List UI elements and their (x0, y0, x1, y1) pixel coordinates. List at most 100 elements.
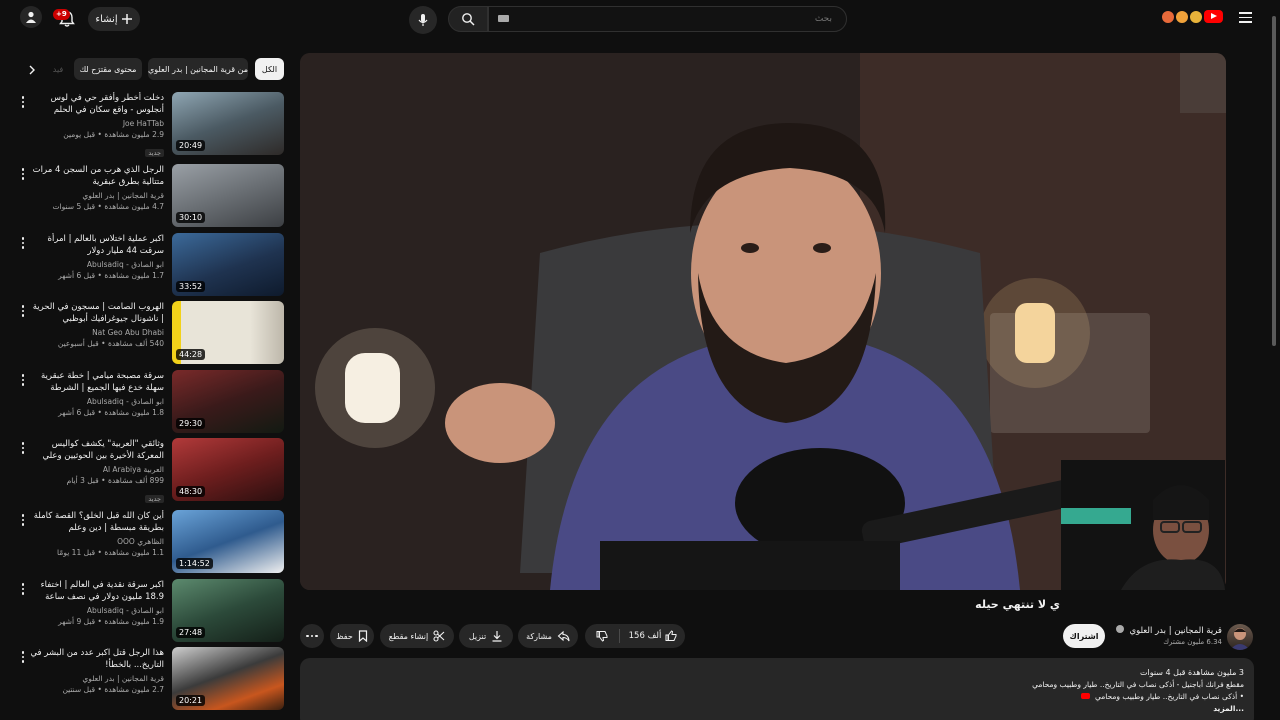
recommendation-item[interactable]: 30:10 الرجل الذي هرب من السجن 4 مرات متت… (12, 164, 286, 228)
video-thumbnail[interactable]: 30:10 (172, 164, 284, 227)
recommendation-meta: وثائقي "العربية" يكشف كواليس المعركة الأ… (28, 438, 164, 505)
like-button[interactable]: 156 ألف (621, 624, 685, 648)
filter-chips: فيد محتوى مقترَح لك من قرية المجانين | ب… (22, 58, 286, 80)
more-options-icon[interactable] (20, 514, 26, 528)
share-label: مشاركة (526, 631, 552, 641)
youtube-watch-page: +9 إنشاء بحث فيد محتوى مقترَح لك من قرية… (0, 0, 1280, 720)
more-options-icon[interactable] (20, 168, 26, 182)
video-actions: حفظ إنشاء مقطع تنزيل مشاركة 156 ألف اشتر… (0, 624, 1280, 650)
keyboard-icon[interactable] (498, 15, 509, 22)
more-options-icon[interactable] (20, 374, 26, 388)
share-button[interactable]: مشاركة (518, 624, 578, 648)
new-badge: جديد (145, 149, 164, 157)
thumbs-up-icon (665, 630, 677, 641)
recommendation-meta: الهروب الصامت | مسجون في الحرية | ناشونا… (28, 301, 164, 349)
channel-name[interactable]: قرية المجانين | بدر العلوي (1112, 625, 1222, 636)
recommendation-meta: دخلت أخطر وأفقر حي في لوس أنجلوس - واقع … (28, 92, 164, 159)
recommendation-title: الرجل الذي هرب من السجن 4 مرات متتالية ب… (32, 165, 164, 187)
clip-label: إنشاء مقطع (388, 631, 429, 641)
more-options-icon[interactable] (20, 305, 26, 319)
recommendation-item[interactable]: 1:14:52 أين كان الله قبل الخلق؟ القصة كا… (12, 510, 286, 574)
recommendation-title: أين كان الله قبل الخلق؟ القصة كاملة بطري… (33, 511, 164, 533)
thumbs-down-icon (596, 631, 608, 642)
download-button[interactable]: تنزيل (459, 624, 513, 648)
video-thumbnail[interactable]: 1:14:52 (172, 510, 284, 573)
doodle-icon (1176, 10, 1188, 23)
recommendation-views: 1.8 مليون مشاهدة • قبل 6 أشهر (58, 408, 164, 417)
channel-name-text: قرية المجانين | بدر العلوي (1129, 626, 1222, 636)
recommendation-title: اكبر عملية اختلاس بالعالم | امرأة سرقت 4… (47, 234, 165, 256)
chips-next-button[interactable] (22, 60, 42, 80)
share-icon (557, 630, 570, 642)
recommendation-item[interactable]: 44:28 الهروب الصامت | مسجون في الحرية | … (12, 301, 286, 365)
recommendation-title: الهروب الصامت | مسجون في الحرية | ناشونا… (32, 302, 164, 324)
channel-avatar[interactable] (1227, 624, 1253, 650)
youtube-small-icon (1080, 693, 1090, 699)
more-options-icon[interactable] (20, 237, 26, 251)
new-badge: جديد (145, 495, 164, 503)
clip-button[interactable]: إنشاء مقطع (380, 624, 454, 648)
chip-channel[interactable]: من قرية المجانين | بدر العلوي (148, 58, 248, 80)
microphone-icon (418, 14, 428, 26)
youtube-play-icon (1204, 10, 1223, 23)
create-button[interactable]: إنشاء (88, 7, 140, 31)
description-line-text: • أذكى نصاب في التاريخ.. طيار وطبيب ومحا… (1094, 692, 1244, 701)
recommendation-views: 2.9 مليون مشاهدة • قبل يومين (63, 130, 164, 139)
video-thumbnail[interactable]: 20:21 (172, 647, 284, 710)
recommendation-item[interactable]: 33:52 اكبر عملية اختلاس بالعالم | امرأة … (12, 233, 286, 297)
subscribe-button[interactable]: اشتراك (1063, 624, 1105, 648)
recommendation-item[interactable]: 29:30 سرقة مصبحة ميامي | خطة عبقرية سهلة… (12, 370, 286, 434)
chip-partial[interactable]: فيد (50, 58, 66, 80)
video-duration: 48:30 (176, 486, 206, 497)
chip-recommended[interactable]: محتوى مقترَح لك (74, 58, 142, 80)
chip-all[interactable]: الكل (255, 58, 284, 80)
recommendation-item[interactable]: 48:30 وثائقي "العربية" يكشف كواليس المعر… (12, 438, 286, 505)
save-button[interactable]: حفظ (330, 624, 374, 648)
bookmark-icon (358, 630, 367, 642)
more-options-icon[interactable] (20, 583, 26, 597)
more-options-icon[interactable] (20, 442, 26, 456)
description-box[interactable]: 3 مليون مشاهدة قبل 4 سنوات مقطع فرانك أب… (300, 658, 1254, 720)
recommendation-title: وثائقي "العربية" يكشف كواليس المعركة الأ… (42, 439, 164, 461)
video-thumbnail[interactable]: 29:30 (172, 370, 284, 433)
recommendation-item[interactable]: 20:49 دخلت أخطر وأفقر حي في لوس أنجلوس -… (12, 92, 286, 159)
download-label: تنزيل (468, 631, 487, 641)
video-thumbnail[interactable]: 48:30 (172, 438, 284, 501)
video-thumbnail[interactable]: 44:28 (172, 301, 284, 364)
recommendation-title: اكبر سرقة نقدية في العالم | اختفاء 18.9 … (40, 580, 164, 602)
recommendation-meta: الرجل الذي هرب من السجن 4 مرات متتالية ب… (28, 164, 164, 212)
scissors-icon (433, 630, 445, 642)
recommendation-views: 4.7 مليون مشاهدة • قبل 5 سنوات (52, 202, 164, 211)
recommendation-channel: ابو الصادق - Abulsadiq (86, 260, 164, 269)
top-bar: +9 إنشاء (0, 0, 1280, 38)
recommendation-meta: اكبر عملية اختلاس بالعالم | امرأة سرقت 4… (28, 233, 165, 281)
dislike-button[interactable] (585, 624, 619, 648)
hamburger-menu-icon[interactable] (1239, 12, 1252, 23)
account-avatar[interactable] (20, 6, 42, 28)
video-thumbnail[interactable]: 20:49 (172, 92, 284, 155)
verified-icon (1115, 625, 1124, 633)
search-input[interactable] (488, 6, 847, 32)
recommendation-channel: Joe HaTTab (122, 119, 164, 128)
show-more-link[interactable]: ...المزيد (310, 703, 1244, 715)
webcam-overlay (1061, 460, 1225, 590)
video-duration: 20:21 (176, 695, 206, 706)
recommendation-views: 1.1 مليون مشاهدة • قبل 11 يومًا (57, 548, 164, 557)
recommendation-meta: هذا الرجل قتل اكبر عدد من البشر في التار… (28, 647, 164, 695)
recommendation-channel: Nat Geo Abu Dhabi (92, 328, 164, 337)
video-duration: 44:28 (176, 349, 206, 360)
plus-icon (121, 14, 132, 24)
more-options-icon[interactable] (20, 651, 26, 665)
more-options-icon[interactable] (20, 96, 26, 110)
video-duration: 29:30 (176, 418, 206, 429)
doodle-icon (1162, 10, 1174, 23)
more-actions-button[interactable] (300, 624, 324, 648)
youtube-logo[interactable] (1162, 10, 1223, 23)
search-button[interactable] (448, 6, 488, 32)
recommendation-item[interactable]: 20:21 هذا الرجل قتل اكبر عدد من البشر في… (12, 647, 286, 711)
voice-search-button[interactable] (409, 6, 437, 34)
video-thumbnail[interactable]: 33:52 (172, 233, 284, 296)
page-scrollbar[interactable] (1272, 16, 1276, 346)
save-label: حفظ (336, 631, 353, 641)
recommendation-channel: ابو الصادق - Abulsadiq (86, 397, 164, 406)
